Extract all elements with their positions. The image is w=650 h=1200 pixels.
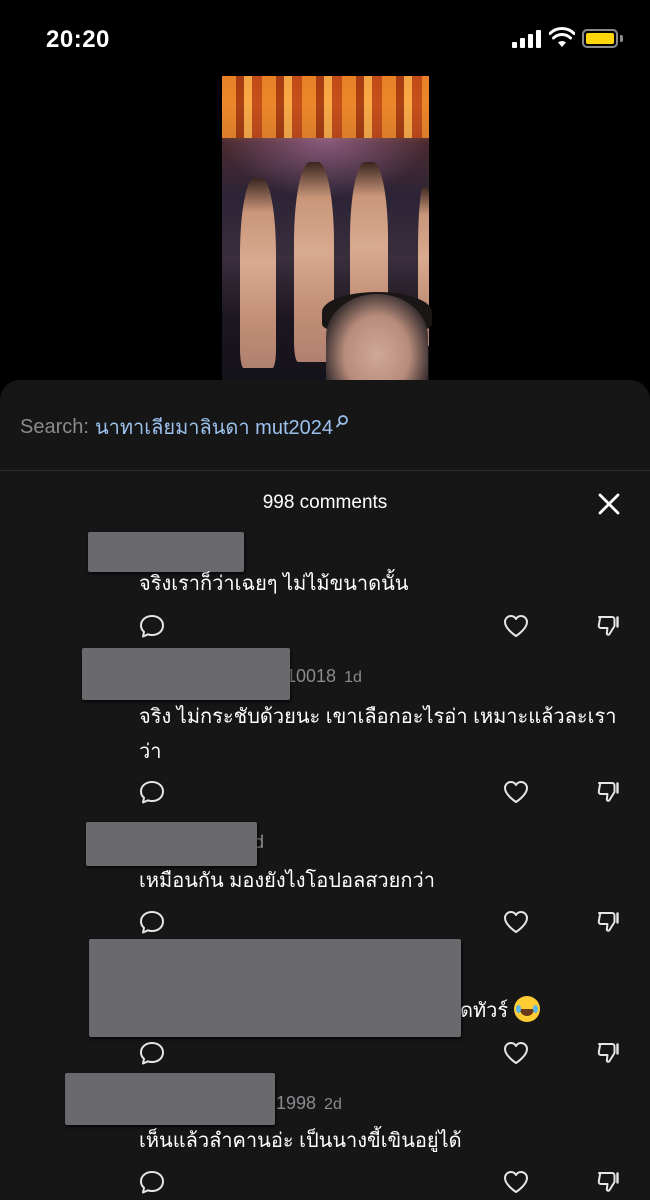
redacted-username bbox=[86, 822, 257, 866]
redacted-username bbox=[88, 532, 244, 572]
comment-date: 1d bbox=[344, 669, 362, 686]
redacted-comment-block bbox=[89, 939, 461, 1037]
search-suggestion[interactable]: Search: นาทาเลียมาลินดา mut2024 bbox=[20, 412, 351, 442]
dislike-icon[interactable] bbox=[595, 1039, 623, 1067]
redacted-username bbox=[65, 1073, 275, 1125]
contestant-figure bbox=[240, 178, 276, 368]
reply-icon[interactable] bbox=[138, 612, 166, 640]
close-icon[interactable] bbox=[596, 491, 622, 517]
comments-count: 998 comments bbox=[262, 492, 388, 513]
dislike-icon[interactable] bbox=[595, 908, 623, 936]
comment-meta: 1998 2d bbox=[276, 1093, 342, 1114]
tears-of-joy-emoji-icon bbox=[514, 996, 541, 1022]
dislike-icon[interactable] bbox=[595, 612, 623, 640]
cellular-signal-icon bbox=[512, 30, 544, 48]
dislike-icon[interactable] bbox=[595, 778, 623, 806]
creator-face-overlay bbox=[326, 294, 428, 380]
comment-meta: 10018 1d bbox=[286, 666, 362, 687]
status-bar: 20:20 bbox=[0, 0, 650, 76]
username-suffix: 1998 bbox=[276, 1093, 317, 1113]
search-term-link[interactable]: นาทาเลียมาลินดา mut2024 bbox=[95, 411, 333, 443]
dislike-icon[interactable] bbox=[595, 1168, 623, 1196]
divider bbox=[0, 470, 650, 471]
comment-text: ดทัวร์ bbox=[460, 994, 580, 1029]
stage-flames-backdrop bbox=[222, 76, 429, 138]
comment-text: เหมือนกัน มองยังไงโอปอลสวยกว่า bbox=[139, 870, 435, 892]
heart-icon[interactable] bbox=[502, 908, 530, 936]
search-icon bbox=[336, 415, 348, 428]
battery-icon bbox=[582, 29, 618, 48]
comment-text: จริง ไม่กระชับด้วยนะ เขาเลือกอะไรอ่า เหม… bbox=[139, 706, 617, 763]
status-time: 20:20 bbox=[46, 26, 110, 53]
heart-icon[interactable] bbox=[502, 1168, 530, 1196]
heart-icon[interactable] bbox=[502, 1039, 530, 1067]
comment-date: 2d bbox=[324, 1096, 342, 1113]
redacted-username bbox=[82, 648, 290, 700]
comment-text: จริงเราก็ว่าเฉยๆ ไม่ไม้ขนาดนั้น bbox=[139, 573, 409, 595]
comment-text: เห็นแล้วลำคานอ่ะ เป็นนางขี้เขินอยู่ได้ bbox=[139, 1130, 462, 1152]
reply-icon[interactable] bbox=[138, 1039, 166, 1067]
search-label: Search: bbox=[20, 415, 89, 438]
reply-icon[interactable] bbox=[138, 778, 166, 806]
reply-icon[interactable] bbox=[138, 1168, 166, 1196]
comment-text-visible: ดทัวร์ bbox=[460, 1000, 509, 1022]
username-suffix: 10018 bbox=[286, 666, 337, 686]
reply-icon[interactable] bbox=[138, 908, 166, 936]
battery-tip bbox=[620, 35, 623, 42]
wifi-icon bbox=[549, 27, 575, 47]
heart-icon[interactable] bbox=[502, 778, 530, 806]
heart-icon[interactable] bbox=[502, 612, 530, 640]
